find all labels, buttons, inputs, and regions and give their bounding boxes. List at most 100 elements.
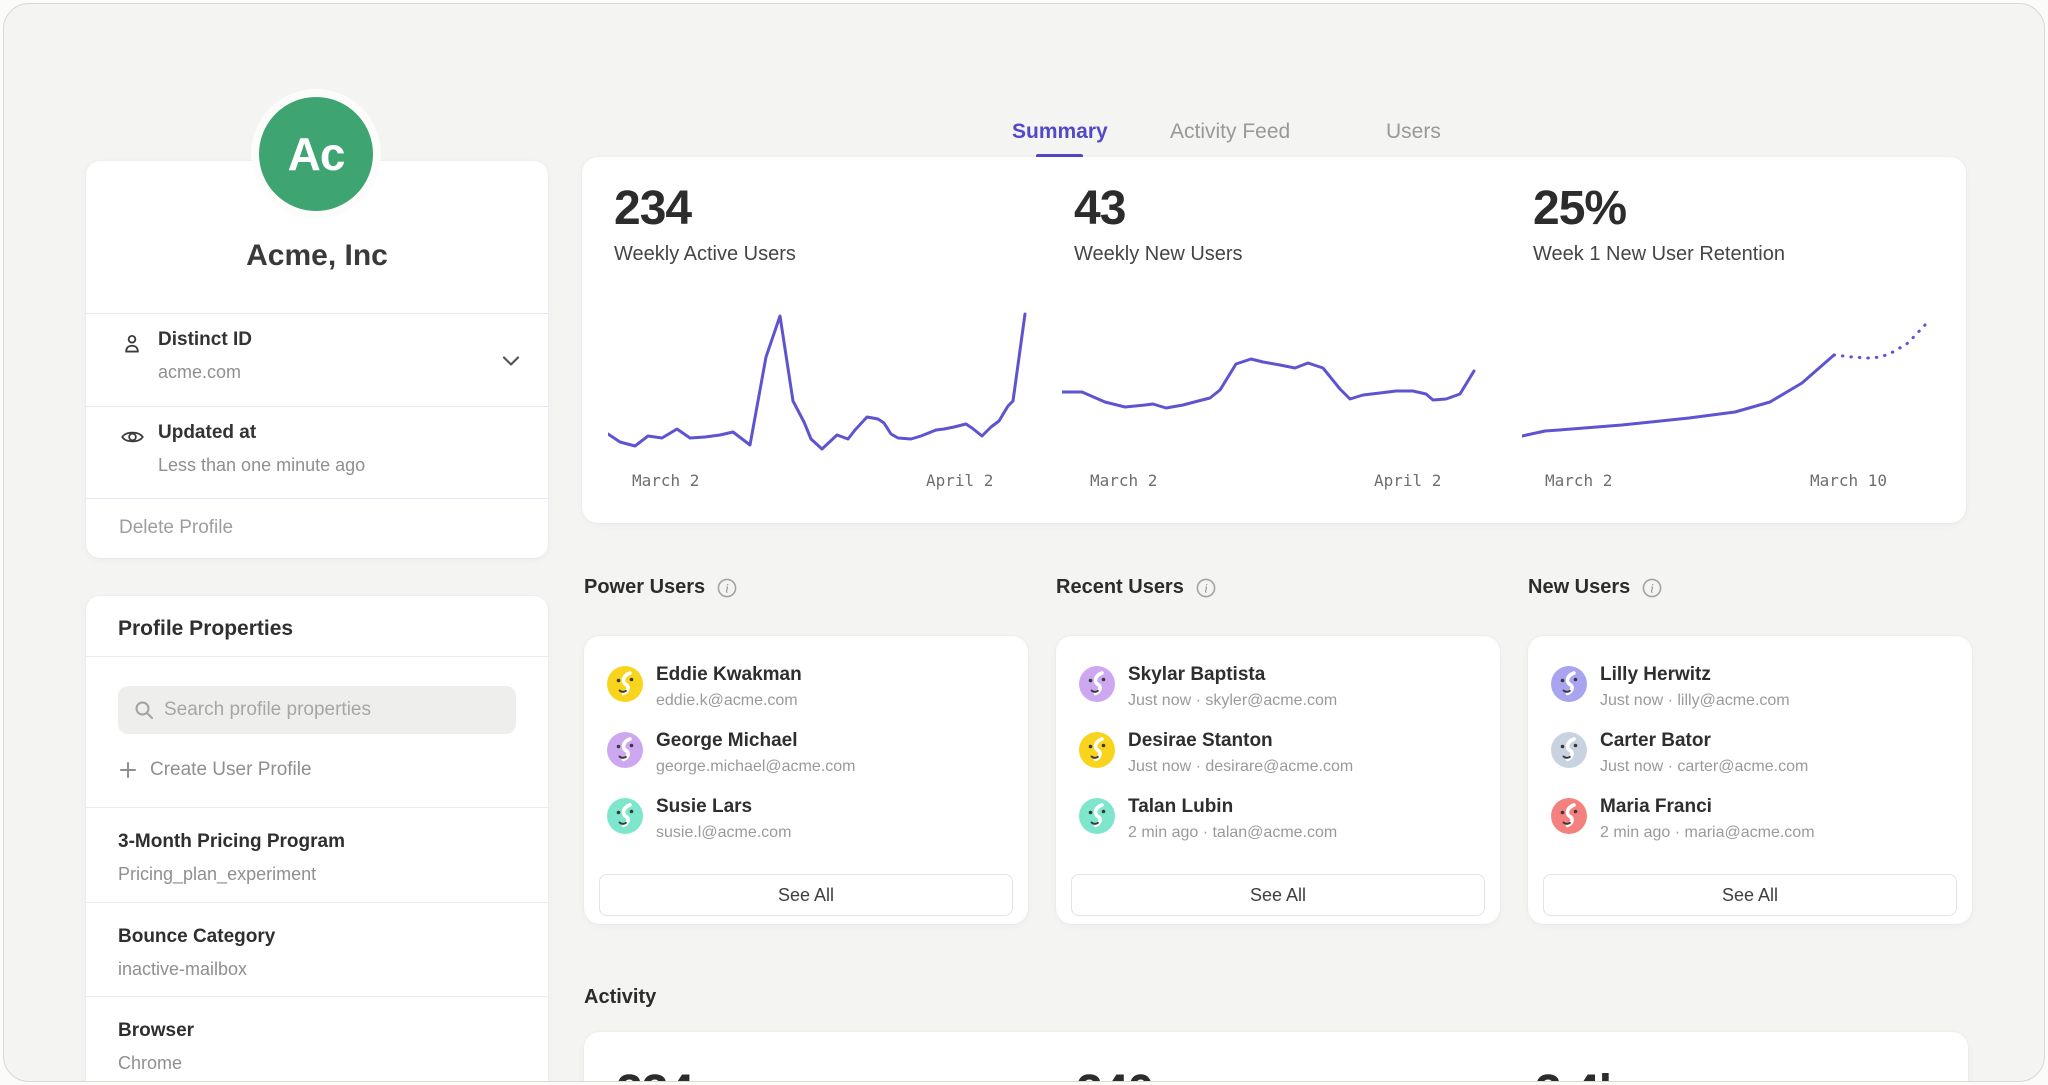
svg-text:i: i	[725, 581, 729, 595]
create-user-profile-button[interactable]: Create User Profile	[119, 759, 312, 781]
avatar-face-icon	[1079, 666, 1115, 702]
user-name: Susie Lars	[656, 796, 752, 818]
info-icon[interactable]: i	[1641, 577, 1663, 599]
stat-value: 25%	[1533, 184, 1785, 234]
retention-chart	[1522, 302, 1942, 462]
see-all-button[interactable]: See All	[1543, 874, 1957, 916]
stat-weekly-new-users: 43 Weekly New Users	[1074, 184, 1243, 266]
search-icon	[133, 699, 155, 721]
profile-card: Acme, Inc Distinct ID acme.com	[86, 161, 548, 558]
avatar-face-icon	[1551, 798, 1587, 834]
property-name: Bounce Category	[118, 926, 275, 948]
user-row[interactable]: Talan Lubin 2 min ago · talan@acme.com	[1079, 796, 1480, 852]
user-row[interactable]: Susie Lars susie.l@acme.com	[607, 796, 1008, 852]
property-value: Pricing_plan_experiment	[118, 864, 316, 885]
updated-at-row: Updated at Less than one minute ago	[86, 406, 548, 498]
search-input[interactable]	[164, 686, 504, 734]
app-window: Ac Acme, Inc Distinct ID acme.com	[3, 3, 2045, 1082]
user-row[interactable]: Skylar Baptista Just now · skyler@acme.c…	[1079, 664, 1480, 720]
weekly-new-users-chart	[1062, 302, 1482, 462]
avatar-face-icon	[1551, 732, 1587, 768]
user-detail: Just now · skyler@acme.com	[1128, 692, 1337, 710]
user-name: Lilly Herwitz	[1600, 664, 1711, 686]
property-row[interactable]: Bounce Category inactive-mailbox	[86, 902, 548, 997]
property-row[interactable]: 3-Month Pricing Program Pricing_plan_exp…	[86, 807, 548, 902]
user-detail: george.michael@acme.com	[656, 758, 855, 776]
x-axis-label: March 2	[632, 471, 699, 490]
profile-properties-search[interactable]	[118, 686, 516, 734]
delete-profile-button[interactable]: Delete Profile	[119, 517, 233, 539]
activity-stat-value: 3.4k	[1535, 1065, 1624, 1082]
new-users-card: Lilly Herwitz Just now · lilly@acme.com …	[1528, 636, 1972, 924]
avatar-face-icon	[607, 732, 643, 768]
info-icon[interactable]: i	[1195, 577, 1217, 599]
property-value: inactive-mailbox	[118, 959, 247, 980]
recent-users-heading: Recent Users i	[1056, 576, 1217, 599]
distinct-id-row[interactable]: Distinct ID acme.com	[86, 313, 548, 406]
user-detail: Just now · lilly@acme.com	[1600, 692, 1790, 710]
stat-value: 234	[614, 184, 796, 234]
weekly-active-users-chart	[608, 302, 1028, 462]
avatar-face-icon	[1079, 732, 1115, 768]
section-title: Power Users	[584, 576, 705, 599]
tab-users[interactable]: Users	[1386, 120, 1441, 144]
section-title: Recent Users	[1056, 576, 1184, 599]
user-row[interactable]: George Michael george.michael@acme.com	[607, 730, 1008, 786]
eye-icon	[119, 424, 146, 450]
user-row[interactable]: Desirae Stanton Just now · desirare@acme…	[1079, 730, 1480, 786]
user-row[interactable]: Carter Bator Just now · carter@acme.com	[1551, 730, 1952, 786]
tab-summary[interactable]: Summary	[1012, 120, 1108, 144]
profile-name: Acme, Inc	[86, 239, 548, 273]
person-icon	[119, 331, 145, 357]
summary-panel: 234 Weekly Active Users 43 Weekly New Us…	[582, 157, 1966, 523]
company-avatar: Ac	[251, 89, 381, 219]
delete-profile-row: Delete Profile	[86, 498, 548, 558]
stat-value: 43	[1074, 184, 1243, 234]
avatar	[607, 732, 643, 768]
see-all-button[interactable]: See All	[1071, 874, 1485, 916]
user-detail: eddie.k@acme.com	[656, 692, 798, 710]
user-name: Eddie Kwakman	[656, 664, 802, 686]
x-axis-label: March 2	[1090, 471, 1157, 490]
avatar	[1079, 666, 1115, 702]
svg-text:i: i	[1204, 581, 1208, 595]
avatar-face-icon	[1079, 798, 1115, 834]
tab-activity-feed[interactable]: Activity Feed	[1170, 120, 1290, 144]
user-row[interactable]: Eddie Kwakman eddie.k@acme.com	[607, 664, 1008, 720]
avatar	[1551, 666, 1587, 702]
power-users-card: Eddie Kwakman eddie.k@acme.com George Mi…	[584, 636, 1028, 924]
user-row[interactable]: Lilly Herwitz Just now · lilly@acme.com	[1551, 664, 1952, 720]
user-name: George Michael	[656, 730, 798, 752]
user-detail: Just now · desirare@acme.com	[1128, 758, 1353, 776]
avatar-face-icon	[1551, 666, 1587, 702]
new-users-heading: New Users i	[1528, 576, 1663, 599]
recent-users-card: Skylar Baptista Just now · skyler@acme.c…	[1056, 636, 1500, 924]
avatar	[1551, 798, 1587, 834]
activity-stat-value: 234	[616, 1065, 693, 1082]
property-row[interactable]: Browser Chrome	[86, 996, 548, 1082]
svg-text:i: i	[1651, 581, 1655, 595]
user-name: Maria Franci	[1600, 796, 1712, 818]
avatar	[607, 666, 643, 702]
user-name: Desirae Stanton	[1128, 730, 1273, 752]
profile-properties-title: Profile Properties	[118, 617, 293, 641]
activity-stat-value: 240	[1076, 1065, 1153, 1082]
activity-card: 234 240 3.4k	[584, 1032, 1968, 1082]
updated-at-value: Less than one minute ago	[158, 455, 365, 476]
see-all-button[interactable]: See All	[599, 874, 1013, 916]
avatar	[1079, 798, 1115, 834]
user-row[interactable]: Maria Franci 2 min ago · maria@acme.com	[1551, 796, 1952, 852]
user-detail: susie.l@acme.com	[656, 824, 791, 842]
avatar-face-icon	[607, 798, 643, 834]
stat-label: Weekly New Users	[1074, 243, 1243, 266]
info-icon[interactable]: i	[716, 577, 738, 599]
chevron-down-icon[interactable]	[500, 354, 522, 368]
power-users-heading: Power Users i	[584, 576, 738, 599]
activity-heading: Activity	[584, 986, 656, 1009]
stat-label: Week 1 New User Retention	[1533, 243, 1785, 266]
stat-label: Weekly Active Users	[614, 243, 796, 266]
user-detail: 2 min ago · talan@acme.com	[1128, 824, 1337, 842]
divider	[86, 656, 548, 657]
user-name: Talan Lubin	[1128, 796, 1233, 818]
distinct-id-value: acme.com	[158, 362, 241, 383]
